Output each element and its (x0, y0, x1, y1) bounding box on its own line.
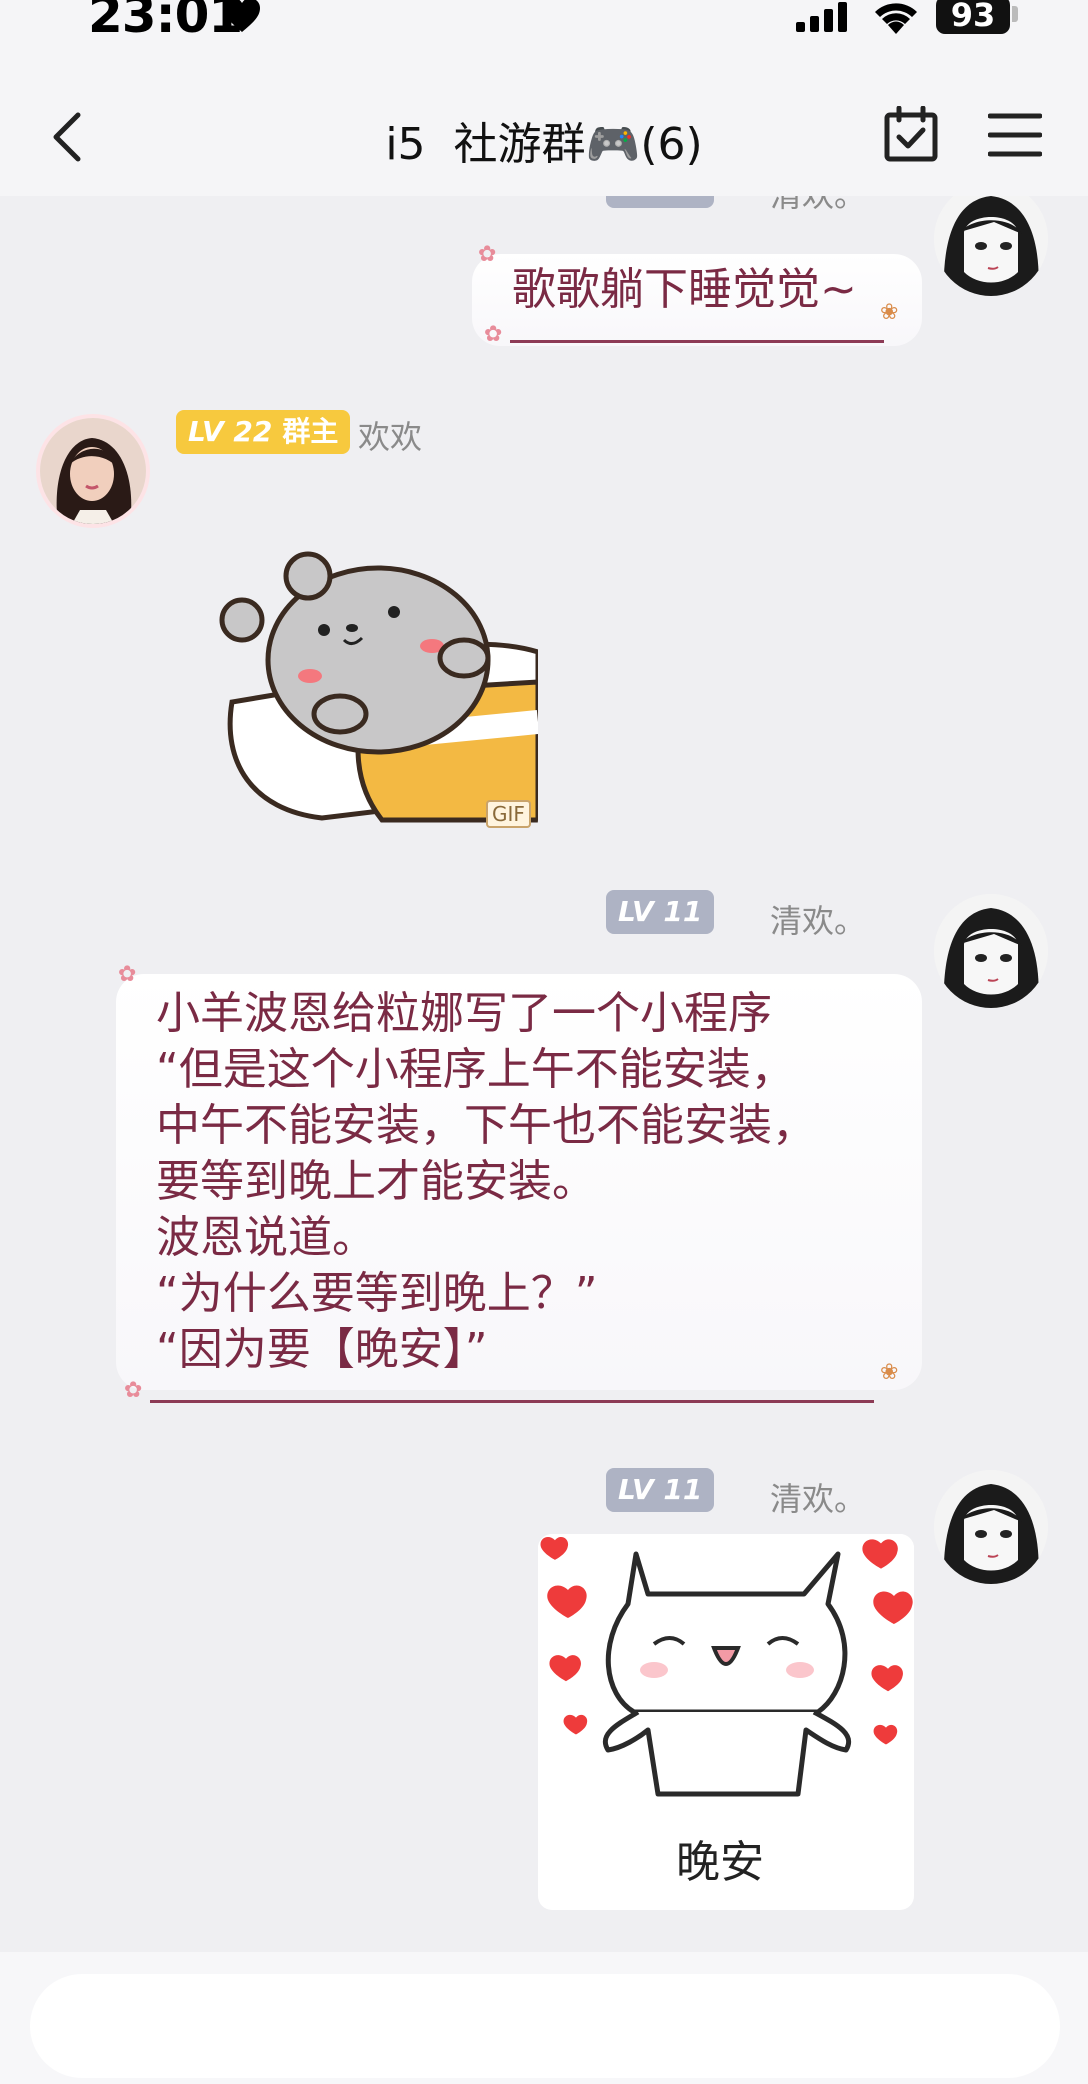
message-line: “因为要【晚安】” (156, 1324, 488, 1375)
bubble-underline (150, 1400, 874, 1403)
level-badge: LV 11 (606, 196, 715, 208)
woman-photo-avatar-icon (40, 418, 146, 524)
member-count: (6) (640, 119, 703, 170)
avatar[interactable] (36, 414, 150, 528)
nav-bar: i5 社游群🎮(6) (0, 60, 1088, 196)
status-bar: 23:01 93 (0, 0, 1088, 60)
sender-nickname: 清欢。 (770, 196, 866, 216)
message-bubble[interactable]: 歌歌躺下睡觉觉~ (472, 254, 922, 346)
goodnight-cat-sticker[interactable]: 晚安 (538, 1534, 914, 1910)
message-line: 小羊波恩给粒娜写了一个小程序 (156, 988, 772, 1039)
owner-role: 群主 (282, 415, 339, 448)
sleeping-bear-icon (219, 551, 538, 823)
battery-tip (1012, 6, 1018, 22)
menu-icon[interactable] (988, 112, 1042, 158)
heart-icon (224, 0, 260, 32)
flower-decoration-icon: ✿ (478, 242, 497, 267)
bubble-underline (510, 340, 884, 343)
flower-decoration-icon: ✿ (118, 962, 137, 987)
sender-nickname: 清欢。 (770, 902, 867, 940)
avatar[interactable] (934, 894, 1048, 1008)
sleeping-bear-sticker[interactable]: GIF (212, 542, 538, 834)
message-line: “为什么要等到晚上？” (156, 1268, 598, 1319)
message-line: 歌歌躺下睡觉觉~ (512, 264, 857, 315)
message-line: 波恩说道。 (156, 1212, 376, 1263)
message-bubble[interactable]: 小羊波恩给粒娜写了一个小程序 “但是这个小程序上午不能安装， 中午不能安装，下午… (116, 974, 922, 1390)
group-name: i5 社游群 (385, 119, 586, 170)
calendar-check-icon[interactable] (884, 106, 938, 162)
mascot-decoration-icon: ❀ (880, 300, 899, 325)
flower-decoration-icon: ✿ (124, 1378, 143, 1403)
message-line: 要等到晚上才能安装。 (156, 1156, 596, 1207)
level-badge: LV 11 (606, 1468, 715, 1512)
gif-tag: GIF (486, 800, 531, 828)
gamepad-emoji: 🎮 (585, 119, 641, 170)
level-badge-owner: LV 22 群主 (176, 410, 351, 454)
message-line: “但是这个小程序上午不能安装， (156, 1044, 795, 1095)
level-badge: LV 11 (606, 890, 715, 934)
manga-girl-avatar-icon (934, 196, 1048, 296)
chat-area[interactable]: LV 11 清欢。 歌歌躺下睡觉觉~ ✿ ✿ ❀ LV 22 群主 欢欢 (0, 196, 1088, 1952)
flower-decoration-icon: ✿ (484, 322, 503, 347)
manga-girl-avatar-icon (934, 1470, 1048, 1584)
battery-level: 93 (936, 0, 1010, 34)
manga-girl-avatar-icon (934, 894, 1048, 1008)
sticker-caption: 晚安 (676, 1837, 764, 1888)
input-bar (0, 1952, 1088, 2084)
message-input[interactable] (30, 1974, 1060, 2078)
status-time: 23:01 (88, 0, 243, 44)
sender-nickname: 欢欢 (358, 418, 423, 456)
avatar[interactable] (934, 1470, 1048, 1584)
message-line: 中午不能安装，下午也不能安装， (156, 1100, 816, 1151)
mascot-decoration-icon: ❀ (880, 1360, 899, 1385)
level-text: LV 22 (188, 415, 273, 448)
sender-nickname: 清欢。 (770, 1480, 867, 1518)
signal-icon (796, 2, 847, 32)
happy-cat-with-hearts-icon (538, 1534, 914, 1834)
wifi-icon (875, 3, 917, 34)
avatar[interactable] (934, 196, 1048, 296)
